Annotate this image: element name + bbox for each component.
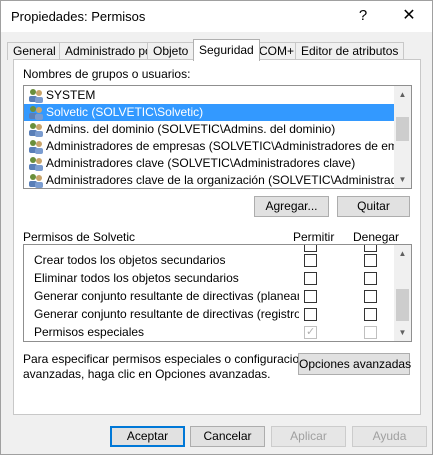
users-icon bbox=[29, 106, 43, 120]
deny-checkbox[interactable] bbox=[364, 308, 377, 321]
help-button: Ayuda bbox=[352, 426, 427, 447]
permission-row: Generar conjunto resultante de directiva… bbox=[24, 287, 394, 305]
advanced-text-line1: Para especificar permisos especiales o c… bbox=[23, 352, 319, 366]
tab-seguridad[interactable]: Seguridad bbox=[193, 39, 260, 61]
help-icon[interactable]: ? bbox=[348, 3, 378, 29]
permission-row: Permisos especiales ✓ bbox=[24, 323, 394, 341]
scroll-thumb[interactable] bbox=[396, 289, 409, 321]
permission-name: Permisos especiales bbox=[34, 325, 145, 339]
title-bar: Propiedades: Permisos ? ✕ bbox=[1, 1, 432, 32]
users-icon bbox=[29, 89, 43, 103]
groups-listbox[interactable]: SYSTEM Solvetic (SOLVETIC\Solvetic) Admi… bbox=[23, 85, 412, 189]
list-item-label: Administradores de empresas (SOLVETIC\Ad… bbox=[46, 139, 394, 153]
scroll-down-icon[interactable]: ▼ bbox=[394, 324, 411, 341]
allow-checkbox-checked: ✓ bbox=[304, 326, 317, 339]
window-title: Propiedades: Permisos bbox=[11, 9, 146, 24]
tab-general[interactable]: General bbox=[7, 42, 62, 60]
permission-name: Generar conjunto resultante de directiva… bbox=[34, 289, 299, 303]
permission-row: Crear todos los objetos secundarios bbox=[24, 251, 394, 269]
remove-button[interactable]: Quitar bbox=[337, 196, 410, 217]
apply-button: Aplicar bbox=[271, 426, 346, 447]
list-item[interactable]: Administradores clave (SOLVETIC\Administ… bbox=[24, 155, 394, 172]
list-item[interactable]: SYSTEM bbox=[24, 87, 394, 104]
groups-label: Nombres de grupos o usuarios: bbox=[23, 67, 191, 81]
users-icon bbox=[29, 123, 43, 137]
list-item-selected[interactable]: Solvetic (SOLVETIC\Solvetic) bbox=[24, 104, 394, 121]
cancel-button[interactable]: Cancelar bbox=[190, 426, 265, 447]
advanced-text-line2: avanzadas, haga clic en Opciones avanzad… bbox=[23, 367, 271, 381]
list-item[interactable]: Admins. del dominio (SOLVETIC\Admins. de… bbox=[24, 121, 394, 138]
deny-checkbox[interactable] bbox=[364, 254, 377, 267]
deny-header: Denegar bbox=[353, 230, 400, 244]
permissions-list: Crear todos los objetos secundarios Elim… bbox=[23, 244, 412, 342]
list-item[interactable]: Administradores de empresas (SOLVETIC\Ad… bbox=[24, 138, 394, 155]
scroll-up-icon[interactable]: ▲ bbox=[394, 86, 411, 103]
check-icon: ✓ bbox=[306, 326, 316, 338]
users-icon bbox=[29, 140, 43, 154]
permission-row: Eliminar todos los objetos secundarios bbox=[24, 269, 394, 287]
users-icon bbox=[29, 174, 43, 188]
list-item-label: Admins. del dominio (SOLVETIC\Admins. de… bbox=[46, 122, 336, 136]
allow-header: Permitir bbox=[293, 230, 335, 244]
tab-com-plus[interactable]: COM+ bbox=[253, 42, 301, 60]
groups-scrollbar[interactable]: ▲ ▼ bbox=[394, 86, 411, 188]
properties-dialog: Propiedades: Permisos ? ✕ General Admini… bbox=[0, 0, 433, 455]
allow-checkbox[interactable] bbox=[304, 254, 317, 267]
advanced-options-button[interactable]: Opciones avanzadas bbox=[298, 353, 411, 375]
ok-button[interactable]: Aceptar bbox=[110, 426, 185, 447]
tab-editor-atributos[interactable]: Editor de atributos bbox=[295, 42, 405, 60]
scroll-down-icon[interactable]: ▼ bbox=[394, 171, 411, 188]
permissions-scrollbar[interactable]: ▲ ▼ bbox=[394, 245, 411, 341]
close-icon[interactable]: ✕ bbox=[394, 3, 424, 29]
permissions-title: Permisos de Solvetic bbox=[23, 230, 136, 244]
users-icon bbox=[29, 157, 43, 171]
permission-name: Crear todos los objetos secundarios bbox=[34, 253, 226, 267]
permission-name: Generar conjunto resultante de directiva… bbox=[34, 307, 299, 321]
tab-objeto[interactable]: Objeto bbox=[147, 42, 195, 60]
list-item[interactable]: Administradores clave de la organización… bbox=[24, 172, 394, 188]
add-button[interactable]: Agregar... bbox=[254, 196, 329, 217]
deny-checkbox bbox=[364, 326, 377, 339]
list-item-label: Administradores clave (SOLVETIC\Administ… bbox=[46, 156, 356, 170]
permission-row: Generar conjunto resultante de directiva… bbox=[24, 305, 394, 323]
list-item-label: Administradores clave de la organización… bbox=[46, 173, 394, 187]
allow-checkbox[interactable] bbox=[304, 308, 317, 321]
deny-checkbox[interactable] bbox=[364, 272, 377, 285]
scroll-up-icon[interactable]: ▲ bbox=[394, 245, 411, 262]
list-item-label: Solvetic (SOLVETIC\Solvetic) bbox=[46, 105, 204, 119]
deny-checkbox[interactable] bbox=[364, 290, 377, 303]
scroll-thumb[interactable] bbox=[396, 117, 409, 141]
allow-checkbox[interactable] bbox=[304, 290, 317, 303]
list-item-label: SYSTEM bbox=[46, 88, 96, 102]
allow-checkbox[interactable] bbox=[304, 272, 317, 285]
permission-name: Eliminar todos los objetos secundarios bbox=[34, 271, 239, 285]
